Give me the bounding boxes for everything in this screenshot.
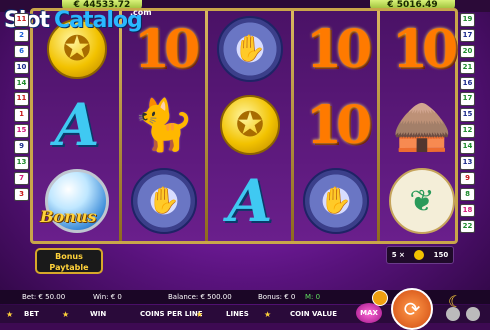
paytable-line2: Paytable <box>49 263 89 272</box>
bet-control[interactable]: BET <box>24 310 39 318</box>
bonus-count-readout: M: 0 <box>305 293 321 301</box>
sound-button[interactable] <box>446 307 460 321</box>
letter-a-icon: A <box>54 91 100 159</box>
bonus-paytable-button[interactable]: Bonus Paytable <box>35 248 103 274</box>
logo-catalog-text: Catalog <box>54 8 143 33</box>
payline-indicator[interactable]: 22 <box>460 219 475 234</box>
paytable-line1: Bonus <box>55 252 83 261</box>
max-bet-button[interactable]: MAX <box>356 303 382 323</box>
settings-button[interactable] <box>466 307 480 321</box>
symbol-letter-a: A <box>209 163 291 239</box>
payline-indicator[interactable]: 11 <box>14 13 29 27</box>
payline-indicators-left: 11 2 6 10 14 11 1 15 9 13 7 3 <box>14 13 29 204</box>
symbol-coin: ✪ <box>209 87 291 163</box>
pentagram-icon: ✪ <box>220 95 280 155</box>
bonus-counter: 5 × 150 <box>386 246 454 264</box>
lines-control[interactable]: LINES <box>226 310 249 318</box>
symbol-black-cat: 🐈 <box>123 87 205 163</box>
reel-3: ✋ ✪ A <box>209 11 291 241</box>
balance-readout: Balance: € 500.00 <box>168 293 232 301</box>
payline-indicator[interactable]: 15 <box>14 124 29 138</box>
payline-indicator[interactable]: 14 <box>14 76 29 91</box>
payline-indicator[interactable]: 7 <box>14 171 29 186</box>
payline-indicator[interactable]: 9 <box>460 171 475 186</box>
bonus-multiplier: 5 × <box>391 251 405 259</box>
bird-plate-icon: ❦ <box>389 168 455 234</box>
symbol-letter-a: A <box>36 87 118 163</box>
payline-indicator[interactable]: 19 <box>460 13 475 27</box>
star-icon: ★ <box>6 310 14 319</box>
star-icon: ★ <box>264 310 272 319</box>
symbol-palm-dial: ✋ <box>123 163 205 239</box>
payline-indicators-right: 19 17 20 21 16 17 15 12 14 13 9 8 18 22 <box>460 13 475 235</box>
symbol-ten: 10 <box>381 11 463 87</box>
star-icon: ★ <box>196 310 204 319</box>
payline-indicator[interactable]: 18 <box>460 203 475 218</box>
symbol-ten: 10 <box>295 87 377 163</box>
payline-indicator[interactable]: 9 <box>14 140 29 154</box>
reel-5: 10 🛖 ❦ <box>381 11 463 241</box>
payline-indicator[interactable]: 17 <box>460 92 475 106</box>
coins-per-line-control[interactable]: COINS PER LINE <box>140 310 202 318</box>
win-control: WIN <box>90 310 107 318</box>
payline-indicator[interactable]: 6 <box>14 44 29 59</box>
payline-indicator[interactable]: 13 <box>460 156 475 170</box>
ten-icon: 10 <box>305 18 372 80</box>
payline-indicator[interactable]: 20 <box>460 44 475 59</box>
payline-indicator[interactable]: 16 <box>460 76 475 91</box>
palm-dial-icon: ✋ <box>217 16 283 82</box>
payline-indicator[interactable]: 8 <box>460 187 475 202</box>
black-cat-icon: 🐈 <box>132 95 196 154</box>
symbol-caravan: 🛖 <box>381 87 463 163</box>
reel-divider <box>377 11 380 241</box>
payline-indicator[interactable]: 14 <box>460 140 475 154</box>
ten-icon: 10 <box>305 94 372 156</box>
payline-indicator[interactable]: 2 <box>14 28 29 43</box>
palm-dial-icon: ✋ <box>131 168 197 234</box>
win-readout: Win: € 0 <box>93 293 122 301</box>
symbol-crystal-ball <box>36 163 118 239</box>
bonus-symbol-label: Bonus <box>40 207 97 226</box>
payline-indicator[interactable]: 1 <box>14 108 29 122</box>
palm-dial-icon: ✋ <box>303 168 369 234</box>
spin-button[interactable]: ⟳ <box>391 288 433 330</box>
logo-suffix-text: .com <box>130 8 152 17</box>
payline-indicator[interactable]: 13 <box>14 156 29 170</box>
bonus-value: 150 <box>433 251 449 259</box>
payline-indicator[interactable]: 21 <box>460 60 475 75</box>
reel-divider <box>291 11 294 241</box>
payline-indicator[interactable]: 17 <box>460 28 475 43</box>
autoplay-button[interactable] <box>372 290 388 306</box>
coin-icon <box>414 250 425 260</box>
payline-indicator[interactable]: 3 <box>14 187 29 202</box>
payline-indicator[interactable]: 15 <box>460 108 475 122</box>
caravan-icon: 🛖 <box>392 97 452 154</box>
symbol-ten: 10 <box>295 11 377 87</box>
payline-indicator[interactable]: 12 <box>460 124 475 138</box>
reel-divider <box>119 11 122 241</box>
reel-2: 10 🐈 ✋ <box>123 11 205 241</box>
symbol-palm-dial: ✋ <box>295 163 377 239</box>
bonus-readout: Bonus: € 0 <box>258 293 296 301</box>
spin-icon: ⟳ <box>403 297 421 321</box>
coin-value-control[interactable]: COIN VALUE <box>290 310 337 318</box>
reel-divider <box>205 11 208 241</box>
symbol-plate: ❦ <box>381 163 463 239</box>
reel-4: 10 10 ✋ <box>295 11 377 241</box>
letter-a-icon: A <box>227 167 273 235</box>
payline-indicator[interactable]: 11 <box>14 92 29 106</box>
ten-icon: 10 <box>391 18 458 80</box>
payline-indicator[interactable]: 10 <box>14 60 29 75</box>
symbol-palm-dial: ✋ <box>209 11 291 87</box>
star-icon: ★ <box>62 310 70 319</box>
bet-readout: Bet: € 50.00 <box>22 293 66 301</box>
